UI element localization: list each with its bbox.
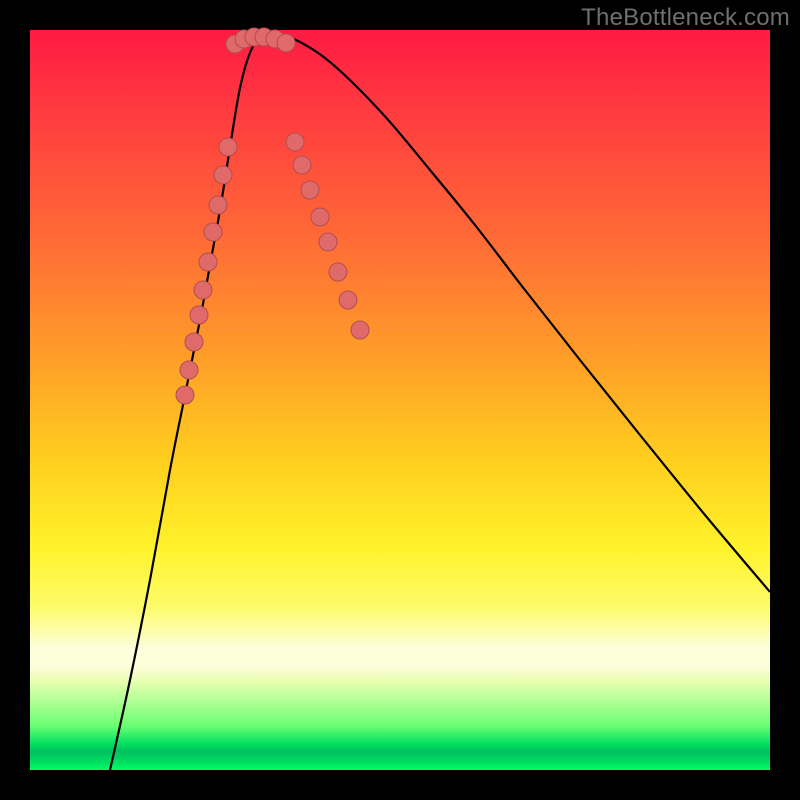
data-dot bbox=[176, 386, 194, 404]
data-dot bbox=[209, 196, 227, 214]
data-dot bbox=[194, 281, 212, 299]
data-dot bbox=[286, 133, 304, 151]
data-dot bbox=[199, 253, 217, 271]
data-dot bbox=[214, 166, 232, 184]
curve-svg bbox=[30, 30, 770, 770]
chart-frame: TheBottleneck.com bbox=[0, 0, 800, 800]
data-dot bbox=[293, 156, 311, 174]
data-dot bbox=[339, 291, 357, 309]
data-dot bbox=[277, 34, 295, 52]
data-dots bbox=[176, 28, 369, 404]
data-dot bbox=[311, 208, 329, 226]
data-dot bbox=[180, 361, 198, 379]
data-dot bbox=[329, 263, 347, 281]
watermark-text: TheBottleneck.com bbox=[581, 4, 790, 32]
data-dot bbox=[204, 223, 222, 241]
data-dot bbox=[190, 306, 208, 324]
plot-area bbox=[30, 30, 770, 770]
data-dot bbox=[219, 138, 237, 156]
data-dot bbox=[185, 333, 203, 351]
data-dot bbox=[319, 233, 337, 251]
v-curve-path bbox=[110, 34, 770, 770]
data-dot bbox=[301, 181, 319, 199]
data-dot bbox=[351, 321, 369, 339]
